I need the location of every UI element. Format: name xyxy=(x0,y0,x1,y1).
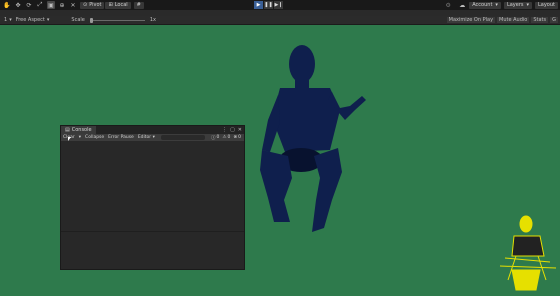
editor-dropdown[interactable]: Editor ▾ xyxy=(138,135,155,140)
gizmo-character-figure xyxy=(499,215,557,291)
rotate-tool-icon[interactable]: ⟳ xyxy=(25,1,33,9)
warning-count: 0 xyxy=(227,135,231,140)
error-pause-button[interactable]: Error Pause xyxy=(108,135,134,140)
stats-toggle[interactable]: Stats xyxy=(531,17,549,23)
layout-dropdown[interactable]: Layout xyxy=(535,1,558,9)
hand-tool-icon[interactable]: ✋ xyxy=(3,1,11,9)
pivot-toggle[interactable]: ⊙ Pivot xyxy=(80,1,105,9)
pivot-label: Pivot xyxy=(89,2,102,8)
maximize-icon[interactable]: ▢ xyxy=(230,127,235,133)
scale-label: Scale xyxy=(71,17,85,23)
layers-label: Layers xyxy=(506,2,524,8)
console-tab[interactable]: ▤ Console xyxy=(61,126,96,134)
console-splitter[interactable] xyxy=(61,231,244,232)
account-dropdown[interactable]: Account ▾ xyxy=(469,1,501,9)
log-toggle[interactable]: ⓘ 0 xyxy=(211,135,219,141)
toolbar-right: ⚙ ☁ Account ▾ Layers ▾ Layout xyxy=(441,1,558,9)
chevron-down-icon: ▾ xyxy=(9,17,12,23)
snap-toggle[interactable]: # xyxy=(133,1,144,9)
local-icon: ⊞ xyxy=(108,2,113,8)
collapse-button[interactable]: Collapse xyxy=(85,135,104,140)
move-tool-icon[interactable]: ✥ xyxy=(14,1,22,9)
aspect-dropdown[interactable]: Free Aspect ▾ xyxy=(16,17,50,23)
search-icon[interactable]: ⚙ xyxy=(444,1,452,9)
scale-slider[interactable] xyxy=(89,17,145,23)
error-toggle[interactable]: ⊗ 0 xyxy=(233,135,241,141)
play-controls: ▶ ❚❚ ▶❙ xyxy=(254,1,283,9)
local-label: Local xyxy=(114,2,128,8)
account-label: Account xyxy=(472,2,493,8)
display-label: 1 xyxy=(4,17,8,23)
console-icon: ▤ xyxy=(65,127,70,133)
warning-icon: ⚠ xyxy=(222,135,227,140)
log-counts: ⓘ 0 ⚠ 0 ⊗ 0 xyxy=(211,135,241,141)
console-tab-label: Console xyxy=(71,127,92,133)
chevron-down-icon: ▾ xyxy=(526,2,529,8)
chevron-down-icon[interactable]: ▾ xyxy=(79,135,81,140)
scale-value: 1x xyxy=(149,17,156,23)
local-toggle[interactable]: ⊞ Local xyxy=(105,1,131,9)
editor-label: Editor xyxy=(137,135,152,140)
mouse-cursor-icon xyxy=(68,137,71,141)
console-window: ▤ Console ⋮ ▢ ✕ Clear ▾ Collapse Error P… xyxy=(60,125,245,270)
chevron-down-icon: ▾ xyxy=(495,2,498,8)
play-button[interactable]: ▶ xyxy=(254,1,263,9)
aspect-label: Free Aspect xyxy=(15,17,45,23)
step-button[interactable]: ▶❙ xyxy=(274,1,283,9)
pivot-icon: ⊙ xyxy=(83,2,88,8)
search-input[interactable] xyxy=(160,135,205,140)
maximize-on-play-toggle[interactable]: Maximize On Play xyxy=(446,17,496,23)
scale-slider-knob[interactable] xyxy=(89,17,93,23)
error-count: 0 xyxy=(238,135,241,140)
scale-control: Scale 1x xyxy=(71,17,156,23)
window-controls: ⋮ ▢ ✕ xyxy=(222,127,242,133)
layout-label: Layout xyxy=(538,2,555,8)
chevron-down-icon: ▾ xyxy=(46,17,50,23)
custom-tool-icon[interactable]: ✕ xyxy=(69,1,77,9)
grid-snap-icon: # xyxy=(136,2,141,8)
close-icon[interactable]: ✕ xyxy=(238,127,242,133)
console-toolbar: Clear ▾ Collapse Error Pause Editor ▾ ⓘ 0… xyxy=(61,134,244,141)
console-log-list[interactable] xyxy=(61,141,244,231)
gizmos-toggle[interactable]: G xyxy=(550,17,558,23)
pause-button[interactable]: ❚❚ xyxy=(264,1,273,9)
console-tab-row: ▤ Console ⋮ ▢ ✕ xyxy=(61,126,244,134)
error-icon: ⊗ xyxy=(233,135,238,140)
character-figure xyxy=(260,45,366,232)
game-view-options: Maximize On Play Mute Audio Stats G xyxy=(446,17,558,23)
scale-tool-icon[interactable]: ⤢ xyxy=(36,1,44,9)
info-icon: ⓘ xyxy=(211,135,216,141)
mute-audio-toggle[interactable]: Mute Audio xyxy=(497,17,530,23)
log-count: 0 xyxy=(216,135,220,140)
rect-tool-icon[interactable]: ▣ xyxy=(47,1,55,9)
layers-dropdown[interactable]: Layers ▾ xyxy=(503,1,532,9)
cloud-icon[interactable]: ☁ xyxy=(458,1,466,9)
display-dropdown[interactable]: 1 ▾ xyxy=(4,17,12,23)
warning-toggle[interactable]: ⚠ 0 xyxy=(222,135,230,141)
transform-tool-icon[interactable]: ⊕ xyxy=(58,1,66,9)
more-options-icon[interactable]: ⋮ xyxy=(222,127,227,133)
